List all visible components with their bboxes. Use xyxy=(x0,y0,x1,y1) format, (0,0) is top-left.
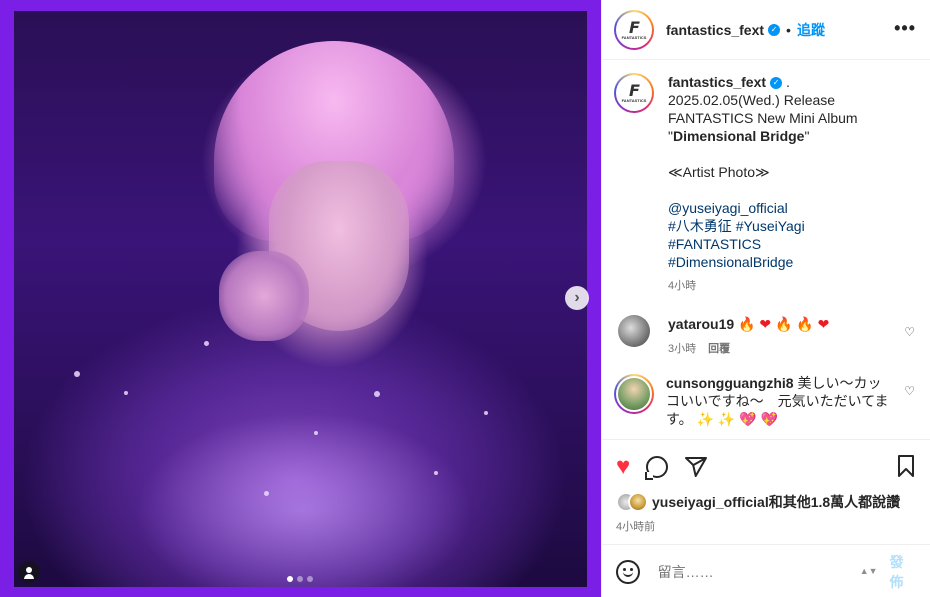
sparkle xyxy=(374,391,380,397)
comments-list[interactable]: F FANTASTICS fantastics_fext ✓ . 2025.02.… xyxy=(602,61,930,439)
hashtag-link[interactable]: #YuseiYagi xyxy=(736,218,805,234)
fantastics-logo-icon: F FANTASTICS xyxy=(621,17,647,40)
carousel-indicator xyxy=(287,576,313,582)
red-heart-emoji: ❤ xyxy=(817,317,830,333)
verified-badge-icon: ✓ xyxy=(770,77,783,90)
commenter-avatar[interactable] xyxy=(614,374,654,414)
comment-item: cunsongguangzhi8 美しい～カッコいいですね～ 元気いただいてます… xyxy=(614,374,919,429)
post-header: F FANTASTICS fantastics_fext ✓ • 追蹤 ••• xyxy=(602,0,930,60)
separator-dot: • xyxy=(786,21,791,38)
fire-emoji: 🔥 xyxy=(738,317,756,333)
hashtag-link[interactable]: #FANTASTICS xyxy=(668,236,761,252)
post-timestamp[interactable]: 4小時前 xyxy=(616,518,917,534)
comment-time[interactable]: 3小時 xyxy=(668,343,696,355)
photo-hand-area xyxy=(219,251,309,341)
post-photo[interactable] xyxy=(14,11,587,587)
sparkle xyxy=(314,431,318,435)
post-media-panel: › xyxy=(0,0,601,597)
sparkle xyxy=(124,391,128,395)
likes-count-text[interactable]: 和其他1.8萬人都說讚 xyxy=(769,494,900,510)
liker-avatar[interactable] xyxy=(628,492,648,512)
commenter-username[interactable]: cunsongguangzhi8 xyxy=(666,375,794,391)
sparkles-emoji: ✨ xyxy=(696,412,714,428)
fantastics-logo-icon: F FANTASTICS xyxy=(621,81,647,103)
more-options-icon[interactable]: ••• xyxy=(894,18,916,39)
commenter-avatar[interactable] xyxy=(618,315,650,347)
album-title: Dimensional Bridge xyxy=(672,128,805,144)
post-comment-button[interactable]: 發佈 xyxy=(890,552,917,592)
comment-like-icon[interactable]: ♡ xyxy=(904,325,915,339)
caption-after-name: . xyxy=(785,74,790,90)
comment-like-icon[interactable]: ♡ xyxy=(904,384,915,398)
next-slide-button[interactable]: › xyxy=(565,286,589,310)
mention-link[interactable]: @yuseiyagi_official xyxy=(668,200,788,216)
follow-button[interactable]: 追蹤 xyxy=(797,20,825,40)
verified-badge-icon: ✓ xyxy=(768,23,781,36)
caption-line: ≪Artist Photo≫ xyxy=(668,164,770,180)
caption-time[interactable]: 4小時 xyxy=(668,277,858,295)
header-username[interactable]: fantastics_fext xyxy=(666,22,764,38)
sparkle xyxy=(264,491,269,496)
sparkling-heart-emoji: 💖 xyxy=(760,412,778,428)
sparkle xyxy=(434,471,438,475)
caption-line: FANTASTICS New Mini Album xyxy=(668,110,858,126)
carousel-dot xyxy=(297,576,303,582)
fire-emoji: 🔥 xyxy=(775,317,793,333)
caption-username[interactable]: fantastics_fext xyxy=(668,74,766,90)
expand-toggle-icon[interactable]: ▲▼ xyxy=(860,567,878,576)
fire-emoji: 🔥 xyxy=(796,317,814,333)
sparkling-heart-emoji: 💖 xyxy=(739,412,757,428)
photo-jacket-area xyxy=(54,351,554,587)
avatar[interactable]: F FANTASTICS xyxy=(614,9,654,50)
bookmark-icon[interactable] xyxy=(897,455,915,477)
caption-album-line: "Dimensional Bridge" xyxy=(668,128,810,144)
carousel-dot xyxy=(287,576,293,582)
emoji-picker-icon[interactable] xyxy=(616,559,640,584)
sparkles-emoji: ✨ xyxy=(717,412,736,428)
commenter-username[interactable]: yatarou19 xyxy=(668,316,734,332)
caption-line: 2025.02.05(Wed.) Release xyxy=(668,92,836,108)
carousel-dot xyxy=(307,576,313,582)
user-tag-icon[interactable] xyxy=(18,561,40,583)
reply-button[interactable]: 回覆 xyxy=(708,343,730,355)
post-side-panel: F FANTASTICS fantastics_fext ✓ • 追蹤 ••• … xyxy=(601,0,930,597)
hashtag-link[interactable]: #DimensionalBridge xyxy=(668,254,793,270)
share-icon[interactable] xyxy=(684,455,708,479)
comment-icon[interactable] xyxy=(646,456,669,478)
hashtag-link[interactable]: #八木勇征 xyxy=(668,218,732,234)
sparkle xyxy=(74,371,80,377)
add-comment-bar: ▲▼ 發佈 xyxy=(602,546,930,597)
like-heart-icon[interactable]: ♥ xyxy=(616,455,630,479)
sparkle xyxy=(484,411,488,415)
sparkle xyxy=(204,341,209,346)
post-caption: F FANTASTICS fantastics_fext ✓ . 2025.02.… xyxy=(614,73,919,295)
liked-by-username[interactable]: yuseiyagi_official xyxy=(652,494,769,510)
comment-input[interactable] xyxy=(657,563,854,580)
caption-avatar[interactable]: F FANTASTICS xyxy=(614,73,654,113)
comment-item: yatarou19 🔥 ❤ 🔥 🔥 ❤ 3小時 回覆 ♡ xyxy=(614,315,919,358)
likes-summary: yuseiyagi_official和其他1.8萬人都說讚 xyxy=(616,492,917,512)
red-heart-emoji: ❤ xyxy=(759,317,772,333)
post-actions: ♥ yuseiyagi_official和其他1.8萬人都說讚 4小時前 xyxy=(602,439,930,545)
